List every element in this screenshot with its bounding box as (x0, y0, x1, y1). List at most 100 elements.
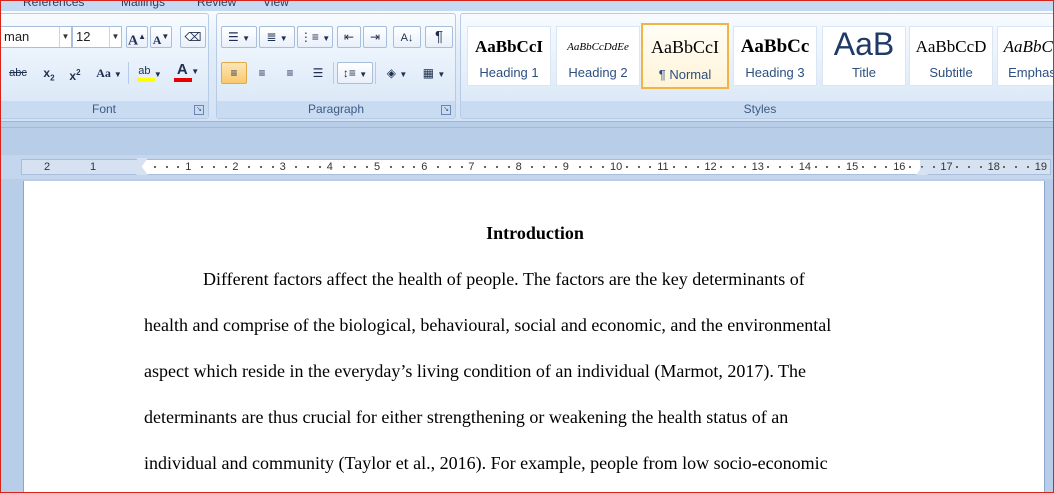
superscript-button[interactable]: x2 (64, 62, 86, 84)
strikethrough-label: abc (9, 67, 27, 79)
clear-format-button[interactable]: ⌫ (180, 26, 206, 48)
ruler-number: 1 (90, 161, 97, 173)
shrink-font-button[interactable]: A▼ (150, 26, 172, 48)
dialog-launcher-icon[interactable]: ↘ (441, 105, 451, 115)
ruler-number: 2 (232, 161, 239, 173)
ruler-tick (543, 166, 546, 168)
sort-az-icon: A↓ (400, 32, 414, 44)
highlight-color-button[interactable]: ab ▼ (132, 62, 168, 84)
justify-button[interactable]: ☰ (305, 62, 331, 84)
ruler-tick (826, 166, 829, 168)
chevron-down-icon: ▼ (359, 70, 368, 79)
pilcrow-icon: ¶ (434, 28, 444, 45)
tab-view[interactable]: View (263, 1, 289, 9)
change-case-button[interactable]: Aa ▼ (92, 62, 126, 84)
ruler-number: 8 (515, 161, 522, 173)
shading-button[interactable]: ◈ ▼ (379, 62, 415, 84)
ruler-number: 9 (562, 161, 569, 173)
ruler-tick (637, 166, 640, 168)
right-indent-marker[interactable] (916, 167, 928, 175)
ruler-number: 1 (185, 161, 192, 173)
chevron-down-icon[interactable]: ▼ (109, 27, 121, 47)
ruler-tick (956, 166, 959, 168)
decrease-indent-icon: ⇤ (343, 30, 355, 44)
eraser-icon: ⌫ (184, 30, 202, 44)
horizontal-ruler[interactable]: 2 1 1 2 3 4 5 6 7 8 9 10 11 12 13 14 15 16 17 18 19 (1, 155, 1053, 179)
styles-group-label: Styles (461, 101, 1053, 118)
style-name: Subtitle (929, 65, 973, 80)
increase-indent-button[interactable]: ⇥ (363, 26, 387, 48)
line-spacing-button[interactable]: ↕≡ ▼ (337, 62, 373, 84)
style-subtitle[interactable]: AaBbCcD Subtitle (909, 26, 993, 86)
ruler-tick (590, 166, 593, 168)
show-formatting-button[interactable]: ¶ (425, 26, 453, 48)
sort-button[interactable]: A↓ (393, 26, 421, 48)
font-color-button[interactable]: A ▼ (170, 61, 206, 84)
superscript-mark: 2 (76, 68, 81, 77)
style-normal[interactable]: AaBbCcI ¶ Normal (641, 23, 729, 89)
style-heading-2[interactable]: AaBbCcDdEe Heading 2 (556, 26, 640, 86)
decrease-indent-button[interactable]: ⇤ (337, 26, 361, 48)
chevron-down-icon[interactable]: ▼ (59, 27, 71, 47)
subscript-button[interactable]: x2 (38, 62, 60, 84)
ruler-tick (260, 166, 262, 168)
ruler-tick (248, 166, 251, 168)
grow-font-button[interactable]: A▲ (126, 26, 148, 49)
document-heading: Introduction (486, 223, 584, 243)
ruler-tick (625, 166, 628, 168)
align-right-button[interactable]: ≡ (277, 62, 303, 84)
ruler-tick (909, 166, 911, 168)
tab-mailings[interactable]: Mailings (121, 1, 165, 9)
ruler-tick (413, 166, 416, 168)
font-size-combo[interactable]: 12 ▼ (72, 26, 122, 48)
font-color-swatch (174, 78, 192, 82)
separator (128, 62, 129, 84)
style-title[interactable]: AaB Title (822, 26, 906, 86)
align-left-button[interactable]: ≡ (221, 62, 247, 84)
ruler-number: 6 (421, 161, 428, 173)
bullets-button[interactable]: ☰ ▼ (221, 26, 257, 48)
ruler-number: 13 (751, 161, 764, 173)
chevron-down-icon: ▼ (153, 70, 162, 79)
style-emphasis[interactable]: AaBbCc Emphas (997, 26, 1053, 86)
strikethrough-button[interactable]: abc (2, 62, 34, 84)
multilevel-list-button[interactable]: ⋮≡ ▼ (297, 26, 333, 48)
style-heading-3[interactable]: AaBbCc Heading 3 (733, 26, 817, 86)
ruler-tick (838, 166, 841, 168)
ruler-number: 19 (1034, 161, 1048, 173)
ruler-number: 16 (893, 161, 906, 173)
align-center-button[interactable]: ≡ (249, 62, 275, 84)
tab-review[interactable]: Review (197, 1, 236, 9)
style-heading-1[interactable]: AaBbCcI Heading 1 (467, 26, 551, 86)
document-page[interactable]: Introduction Different factors affect th… (23, 181, 1045, 492)
ruler-number: 4 (326, 161, 333, 173)
ruler-tick (295, 166, 298, 168)
font-name-value: man (4, 29, 30, 44)
ruler-tick (531, 166, 534, 168)
numbering-button[interactable]: ≣ ▼ (259, 26, 295, 48)
ruler-tick (319, 166, 321, 168)
ruler-tick (684, 166, 687, 168)
ribbon-tab-strip: References Mailings Review View (1, 1, 1053, 11)
tab-references[interactable]: References (23, 1, 84, 9)
borders-button[interactable]: ▦ ▼ (417, 62, 451, 84)
ruler-tick (979, 166, 982, 168)
separator (333, 62, 334, 84)
style-name: Heading 1 (479, 65, 539, 80)
style-name: Heading 3 (745, 65, 805, 80)
ruler-tick (307, 166, 310, 168)
ruler-tick (1027, 166, 1029, 168)
first-line-indent-marker[interactable] (136, 158, 148, 166)
chevron-down-icon: ▼ (279, 34, 288, 43)
ruler-number: 3 (279, 161, 286, 173)
grow-font-label: A (127, 33, 139, 49)
ruler-tick (448, 166, 451, 168)
ruler-tick (165, 166, 168, 168)
chevron-down-icon: ▼ (113, 70, 122, 79)
font-name-combo[interactable]: man ▼ (1, 26, 72, 48)
line-spacing-icon: ↕≡ (342, 66, 356, 80)
dialog-launcher-icon[interactable]: ↘ (194, 105, 204, 115)
highlight-swatch (137, 78, 155, 82)
hanging-indent-marker[interactable] (136, 167, 148, 175)
ruler-tick (460, 166, 463, 168)
